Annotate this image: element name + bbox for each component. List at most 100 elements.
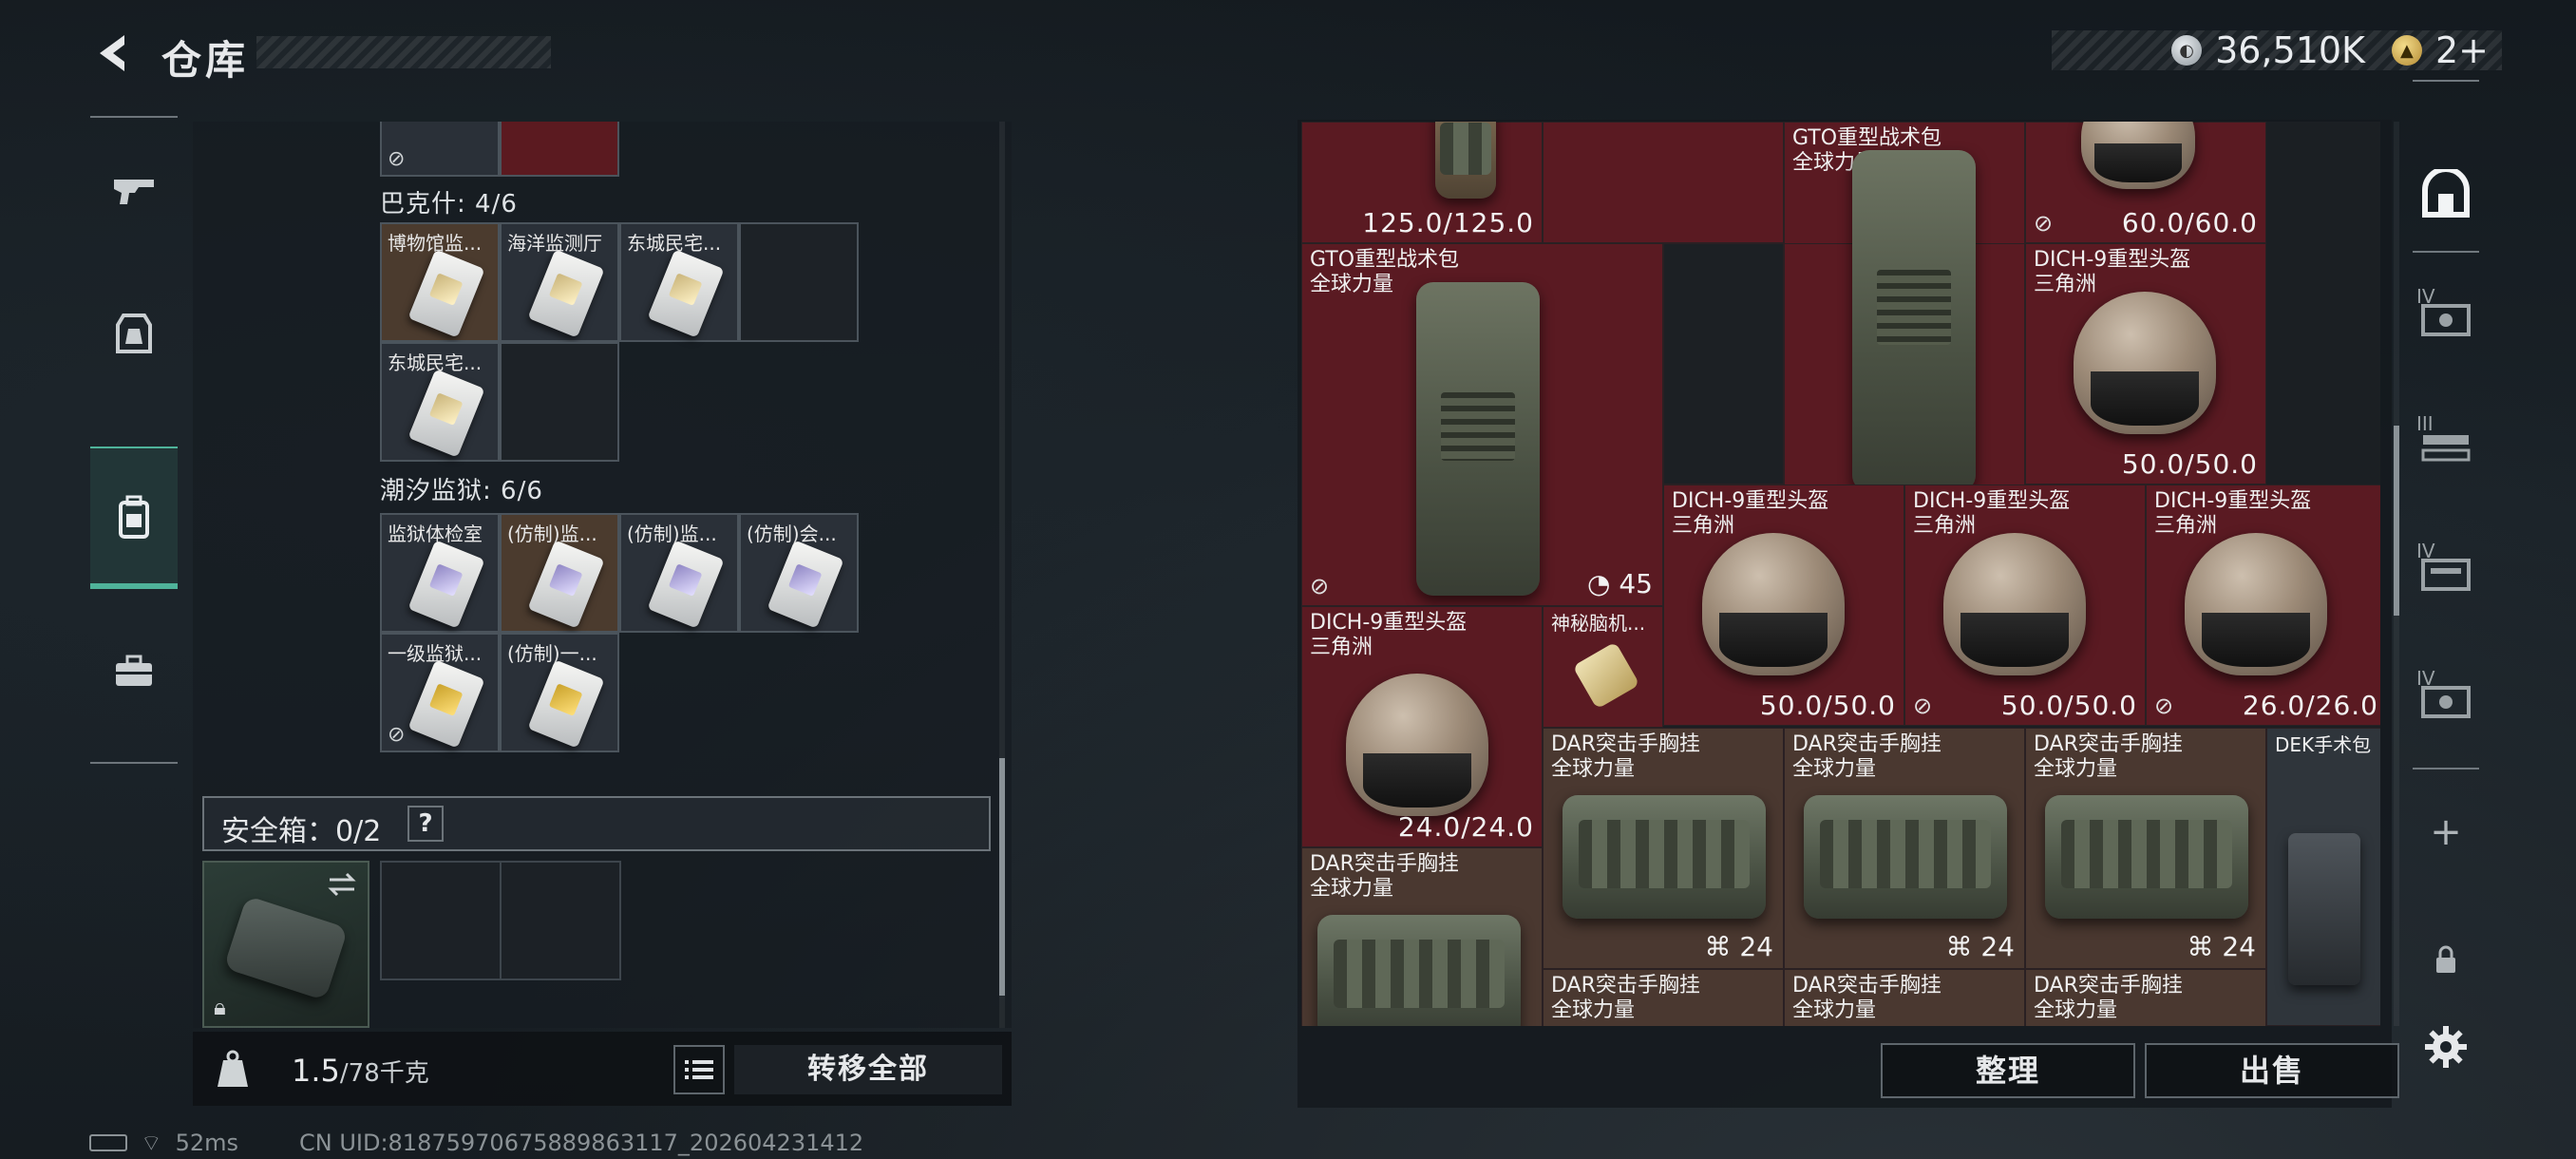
- item-faction: 三角洲: [1672, 514, 1735, 538]
- chest-rig-icon: [1563, 795, 1766, 919]
- safebox-empty-slot[interactable]: [500, 861, 621, 980]
- scroll-thumb[interactable]: [2394, 426, 2399, 616]
- keycard-icon: [527, 659, 605, 749]
- nav-backpack[interactable]: [90, 446, 178, 589]
- inventory-slot[interactable]: (仿制)一...: [500, 633, 619, 752]
- item-faction: 全球力量: [1310, 877, 1394, 901]
- durability: 24.0/24.0: [1397, 811, 1534, 843]
- tier-label: IV: [2416, 285, 2435, 308]
- stash-item[interactable]: DICH-9重型头盔 三角洲 ⊘ 50.0/50.0: [1904, 484, 2146, 726]
- keycard-icon: [527, 249, 605, 338]
- brain-chip-icon: [1572, 641, 1640, 710]
- item-title: DAR突击手胸挂: [1310, 852, 1459, 876]
- item-name: DICH-9重型头盔 三角洲: [1913, 489, 2070, 539]
- item-faction: 全球力量: [1310, 273, 1394, 296]
- item-name: DICH-9重型头盔 三角洲: [1672, 489, 1828, 539]
- item-title: DAR突击手胸挂: [2034, 974, 2183, 998]
- nav-armor[interactable]: [90, 262, 178, 405]
- inventory-slot[interactable]: (仿制)会...: [739, 513, 859, 633]
- weight-bar: 1.5/78千克 转移全部: [193, 1032, 1012, 1106]
- scroll-thumb[interactable]: [999, 758, 1005, 996]
- stash-item[interactable]: 神秘脑机...: [1543, 606, 1663, 728]
- gto-backpack-icon: [1416, 282, 1540, 596]
- settings-button[interactable]: [2413, 1009, 2479, 1085]
- item-title: DICH-9重型头盔: [2034, 248, 2191, 272]
- chest-rig-icon: [2045, 795, 2248, 919]
- stash-item[interactable]: DAR突击手胸挂 全球力量 ⌘ 24: [1543, 728, 1784, 969]
- keycard-icon: [407, 540, 485, 629]
- item-faction: 三角洲: [2034, 273, 2097, 296]
- rail-tab-main[interactable]: [2413, 156, 2479, 232]
- sell-button[interactable]: 出售: [2145, 1043, 2399, 1098]
- safebox-empty-slot[interactable]: [380, 861, 502, 980]
- back-button[interactable]: [85, 27, 142, 80]
- stash-item[interactable]: DAR突击手胸挂 全球力量: [1784, 969, 2025, 1026]
- sort-button[interactable]: 整理: [1881, 1043, 2135, 1098]
- stash-item-bg[interactable]: [1543, 122, 1784, 243]
- back-arrow-icon: [100, 35, 124, 71]
- empty-slot[interactable]: [500, 342, 619, 462]
- stash-item[interactable]: DEK手术包: [2266, 728, 2380, 1026]
- inventory-slot[interactable]: 东城民宅...: [380, 342, 500, 462]
- stash-scrollbar[interactable]: [2394, 122, 2399, 1026]
- inventory-slot[interactable]: 博物馆监...: [380, 222, 500, 342]
- item-title: DAR突击手胸挂: [1551, 732, 1700, 756]
- rail-tab-storage-3[interactable]: III: [2413, 408, 2479, 484]
- rail-lock-button[interactable]: [2413, 922, 2479, 998]
- stash-item[interactable]: DAR突击手胸挂 全球力量: [2025, 969, 2266, 1026]
- durability: 60.0/60.0: [2121, 207, 2258, 238]
- stash-item[interactable]: DICH-9重型头盔 三角洲 50.0/50.0: [2025, 243, 2266, 484]
- tier-label: IV: [2416, 540, 2435, 562]
- durability: 26.0/26.0: [2242, 690, 2378, 721]
- item-count: ⌘ 24: [1945, 931, 2015, 962]
- item-faction: 全球力量: [1792, 998, 1877, 1022]
- inventory-slot[interactable]: 海洋监测厅: [500, 222, 619, 342]
- help-button[interactable]: ?: [407, 806, 444, 842]
- item-name: DAR突击手胸挂 全球力量: [1792, 974, 1941, 1023]
- stash-home-icon: [2422, 169, 2470, 218]
- transfer-all-button[interactable]: 转移全部: [734, 1045, 1002, 1094]
- stash-item[interactable]: GTO重型战术包 全球力量 ⊘ ◔ 45: [1301, 243, 1663, 606]
- inventory-slot[interactable]: (仿制)监...: [500, 513, 619, 633]
- inventory-slot[interactable]: 一级监狱... ⊘: [380, 633, 500, 752]
- lock-icon: 🔒︎: [214, 994, 226, 1020]
- count-value: 45: [1619, 568, 1653, 599]
- left-nav: [90, 116, 178, 764]
- inventory-slot[interactable]: [500, 122, 619, 177]
- list-icon: [685, 1060, 713, 1079]
- rail-tab-storage-4b[interactable]: IV: [2413, 536, 2479, 612]
- keycard-icon: [647, 540, 725, 629]
- stash-item[interactable]: DAR突击手胸挂 全球力量 ⌘ 24: [1784, 728, 2025, 969]
- rail-add-button[interactable]: +: [2413, 794, 2479, 870]
- stash-item[interactable]: DAR突击手胸挂 全球力量 ⌘ 24: [2025, 728, 2266, 969]
- no-trade-icon: ⊘: [2154, 693, 2174, 719]
- empty-slot[interactable]: [1663, 243, 1784, 484]
- rail-tab-storage-4a[interactable]: IV: [2413, 281, 2479, 357]
- durability: 50.0/50.0: [2000, 690, 2137, 721]
- chest-rig-icon: [1317, 915, 1521, 1026]
- stash-item[interactable]: DICH-9重型头盔 三角洲 50.0/50.0: [1663, 484, 1904, 726]
- nav-case[interactable]: [90, 600, 178, 743]
- silver-coin-icon: ◐: [2171, 35, 2203, 66]
- list-view-button[interactable]: [673, 1045, 725, 1094]
- gold-coin-icon: ▲: [2391, 35, 2422, 66]
- inventory-slot[interactable]: ⊘: [380, 122, 500, 177]
- inventory-slot[interactable]: 东城民宅...: [619, 222, 739, 342]
- empty-slot[interactable]: [739, 222, 859, 342]
- stash-item[interactable]: DAR突击手胸挂 全球力量: [1301, 847, 1543, 1026]
- rail-tab-storage-4c[interactable]: IV: [2413, 663, 2479, 739]
- stash-item[interactable]: DAR突击手胸挂 全球力量: [1543, 969, 1784, 1026]
- stash-item[interactable]: 125.0/125.0: [1301, 122, 1543, 243]
- safebox-slot[interactable]: 🔒︎: [202, 861, 369, 1028]
- inventory-scrollbar[interactable]: [999, 122, 1005, 1028]
- stash-item[interactable]: ⊘ 60.0/60.0: [2025, 122, 2266, 243]
- safebox-icon: [223, 895, 349, 1001]
- item-name: DEK手术包: [2275, 733, 2372, 756]
- item-name: DICH-9重型头盔 三角洲: [1310, 611, 1467, 660]
- nav-weapons[interactable]: [90, 120, 178, 262]
- rail-divider: [2413, 251, 2479, 253]
- inventory-slot[interactable]: (仿制)监...: [619, 513, 739, 633]
- stash-item[interactable]: DICH-9重型头盔 三角洲 24.0/24.0: [1301, 606, 1543, 847]
- stash-item[interactable]: DICH-9重型头盔 三角洲 ⊘ 26.0/26.0: [2146, 484, 2380, 726]
- inventory-slot[interactable]: 监狱体检室: [380, 513, 500, 633]
